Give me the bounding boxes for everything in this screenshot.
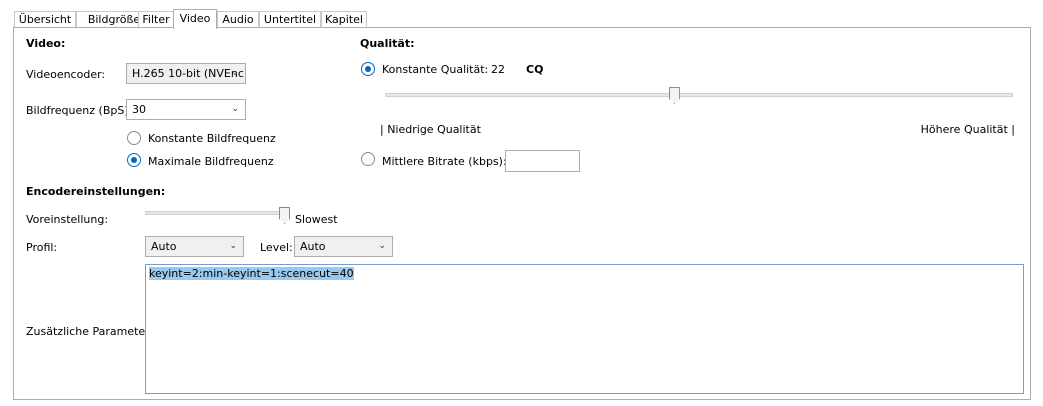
avg-bitrate-radio[interactable] [361, 152, 375, 166]
extra-params-value: keyint=2:min-keyint=1:scenecut=40 [149, 267, 354, 280]
preset-label: Voreinstellung: [26, 213, 109, 226]
constant-quality-radio[interactable] [361, 62, 375, 76]
constant-quality-label: Konstante Qualität: [382, 63, 489, 76]
level-value: Auto [300, 240, 326, 253]
quality-heading: Qualität: [360, 37, 415, 50]
encoder-select[interactable]: H.265 10-bit (NVEnc) ⌄ [126, 63, 246, 84]
level-label: Level: [260, 241, 293, 254]
video-heading: Video: [26, 37, 66, 50]
profile-value: Auto [151, 240, 177, 253]
high-quality-label: Höhere Qualität | [920, 123, 1015, 136]
constant-framerate-label: Konstante Bildfrequenz [148, 132, 276, 145]
preset-value: Slowest [295, 213, 338, 226]
framerate-label: Bildfrequenz (BpS): [26, 104, 133, 117]
constant-framerate-radio[interactable] [127, 131, 141, 145]
encoder-settings-heading: Encodereinstellungen: [26, 185, 166, 198]
quality-value: 22 [491, 63, 505, 76]
chevron-down-icon: ⌄ [231, 104, 239, 114]
framerate-select[interactable]: 30 ⌄ [126, 99, 246, 120]
quality-unit: CQ [526, 63, 544, 76]
chevron-down-icon: ⌄ [231, 68, 239, 78]
tab-uebersicht[interactable]: Übersicht [14, 11, 76, 27]
chevron-down-icon: ⌄ [229, 241, 237, 251]
profile-label: Profil: [26, 241, 58, 254]
peak-framerate-radio[interactable] [127, 153, 141, 167]
tab-audio[interactable]: Audio [217, 11, 259, 27]
extra-params-label: Zusätzliche Parameter: [26, 325, 154, 338]
avg-bitrate-label: Mittlere Bitrate (kbps): [382, 155, 507, 168]
peak-framerate-label: Maximale Bildfrequenz [148, 155, 274, 168]
avg-bitrate-input[interactable] [505, 150, 580, 172]
encoder-label: Videoencoder: [26, 68, 106, 81]
tab-untertitel[interactable]: Untertitel [259, 11, 321, 27]
tab-kapitel[interactable]: Kapitel [321, 11, 367, 27]
tab-filter[interactable]: Filter [138, 11, 174, 27]
quality-slider-track[interactable] [385, 93, 1013, 97]
low-quality-label: | Niedrige Qualität [380, 123, 481, 136]
framerate-value: 30 [132, 103, 146, 116]
level-select[interactable]: Auto ⌄ [294, 236, 393, 257]
encoder-value: H.265 10-bit (NVEnc) [132, 67, 246, 80]
preset-slider-track[interactable] [145, 211, 285, 215]
tab-video[interactable]: Video [173, 9, 217, 29]
chevron-down-icon: ⌄ [378, 241, 386, 251]
profile-select[interactable]: Auto ⌄ [145, 236, 244, 257]
extra-params-textarea[interactable]: keyint=2:min-keyint=1:scenecut=40 [145, 264, 1024, 394]
